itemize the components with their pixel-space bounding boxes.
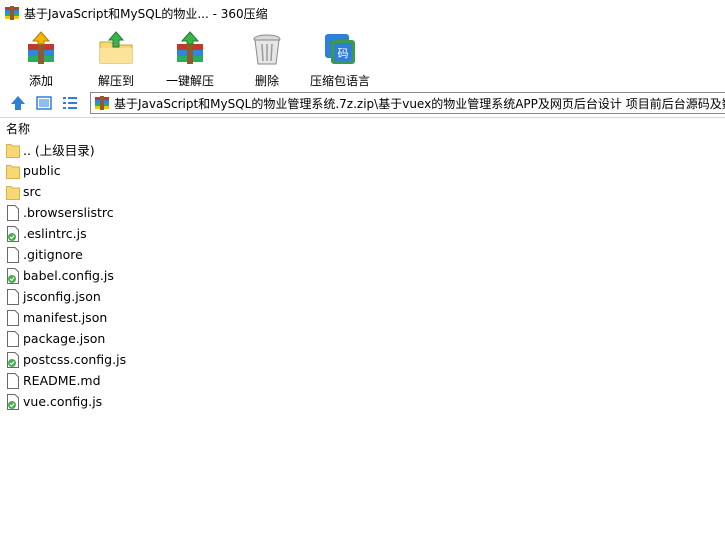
file-name: public	[23, 163, 61, 178]
one-click-extract-button[interactable]: 一键解压	[166, 30, 214, 90]
zip-archive-icon	[95, 96, 109, 110]
file-name: package.json	[23, 331, 106, 346]
file-icon	[6, 309, 20, 326]
file-row[interactable]: README.md	[0, 370, 725, 391]
file-row[interactable]: .. (上级目录)	[0, 139, 725, 160]
file-list: .. (上级目录) public src .browserslistrc .eslint…	[0, 139, 725, 412]
file-name: manifest.json	[23, 310, 108, 325]
file-row[interactable]: package.json	[0, 328, 725, 349]
delete-button-label: 删除	[254, 74, 279, 88]
file-icon	[6, 288, 20, 305]
name-column-header[interactable]: 名称	[6, 120, 30, 137]
js-file-icon	[6, 393, 20, 410]
file-row[interactable]: src	[0, 181, 725, 202]
archive-language-button-label: 压缩包语言	[310, 74, 371, 88]
path-field[interactable]: 基于JavaScript和MySQL的物业管理系统.7z.zip\基于vuex的…	[90, 92, 725, 114]
extract-to-button[interactable]: 解压到	[97, 30, 135, 90]
file-row[interactable]: jsconfig.json	[0, 286, 725, 307]
column-header: 名称	[0, 119, 725, 137]
add-archive-icon	[28, 31, 54, 64]
js-file-icon	[6, 225, 20, 242]
file-row[interactable]: .eslintrc.js	[0, 223, 725, 244]
file-row[interactable]: .browserslistrc	[0, 202, 725, 223]
file-name: src	[23, 184, 42, 199]
path-text: 基于JavaScript和MySQL的物业管理系统.7z.zip\基于vuex的…	[114, 96, 725, 111]
file-row[interactable]: manifest.json	[0, 307, 725, 328]
file-name: babel.config.js	[23, 268, 114, 283]
file-icon	[6, 246, 20, 263]
file-row[interactable]: vue.config.js	[0, 391, 725, 412]
one-click-extract-button-label: 一键解压	[166, 74, 215, 88]
archive-app-icon	[5, 6, 19, 20]
extract-to-button-label: 解压到	[97, 74, 134, 88]
address-bar: 基于JavaScript和MySQL的物业管理系统.7z.zip\基于vuex的…	[0, 91, 725, 115]
file-name: postcss.config.js	[23, 352, 127, 367]
js-file-icon	[6, 351, 20, 368]
toolbar: 添加 解压到 一键解压 删除 码 压缩包语言	[0, 26, 725, 90]
one-click-extract-icon	[177, 31, 203, 64]
trash-can-icon	[253, 34, 281, 65]
file-name: .eslintrc.js	[23, 226, 87, 241]
large-icon-view-icon[interactable]	[35, 94, 53, 112]
file-name: .gitignore	[23, 247, 83, 262]
file-name: jsconfig.json	[23, 289, 101, 304]
add-button-label: 添加	[28, 74, 53, 88]
file-row[interactable]: public	[0, 160, 725, 181]
add-button[interactable]: 添加	[22, 30, 60, 90]
file-name: .browserslistrc	[23, 205, 114, 220]
file-row[interactable]: postcss.config.js	[0, 349, 725, 370]
file-name: vue.config.js	[23, 394, 103, 409]
divider	[0, 117, 725, 118]
file-name: README.md	[23, 373, 101, 388]
delete-button[interactable]: 删除	[248, 30, 286, 90]
title-bar: 基于JavaScript和MySQL的物业... - 360压缩	[0, 0, 725, 26]
folder-icon	[6, 163, 20, 179]
extract-to-folder-icon	[99, 31, 133, 64]
archive-language-button[interactable]: 码 压缩包语言	[310, 30, 370, 90]
folder-icon	[6, 184, 20, 200]
file-row[interactable]: babel.config.js	[0, 265, 725, 286]
file-row[interactable]: .gitignore	[0, 244, 725, 265]
js-file-icon	[6, 267, 20, 284]
up-arrow-icon[interactable]	[9, 94, 27, 112]
encoding-code-icon: 码	[325, 34, 355, 64]
file-icon	[6, 372, 20, 389]
file-icon	[6, 330, 20, 347]
folder-icon	[6, 142, 20, 158]
file-icon	[6, 204, 20, 221]
list-view-icon[interactable]	[61, 94, 79, 112]
file-name: .. (上级目录)	[23, 143, 95, 158]
window-title: 基于JavaScript和MySQL的物业... - 360压缩	[24, 6, 268, 21]
svg-text:码: 码	[338, 47, 349, 60]
